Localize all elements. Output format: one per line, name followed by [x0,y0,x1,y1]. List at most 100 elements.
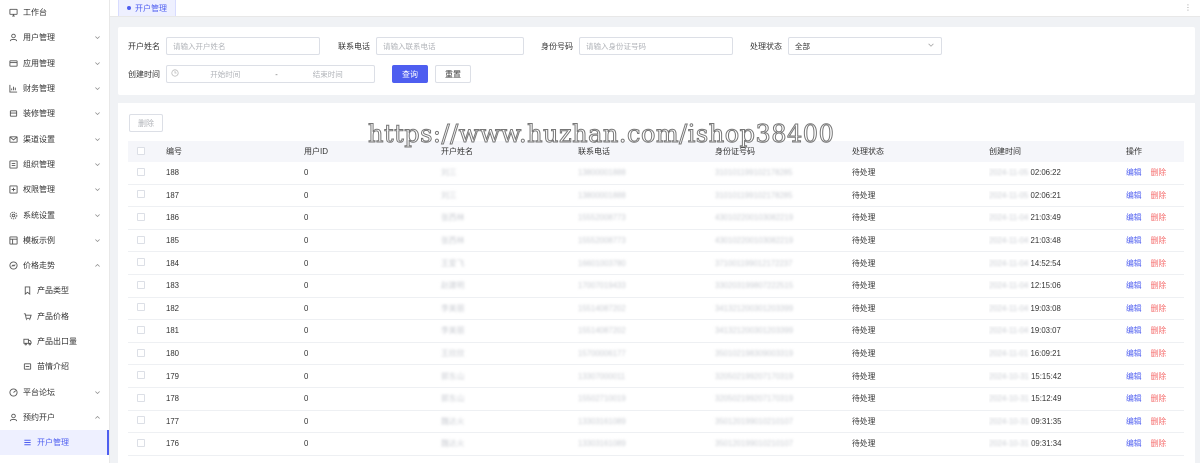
row-checkbox[interactable] [128,235,166,246]
template-icon [8,235,18,245]
edit-link[interactable]: 编辑 [1126,281,1142,290]
row-checkbox[interactable] [128,190,166,200]
cell-clock: 21:03:49 [1030,213,1061,223]
row-checkbox[interactable] [128,303,166,313]
edit-link[interactable]: 编辑 [1126,349,1142,358]
row-checkbox[interactable] [128,371,166,381]
sidebar-item-9[interactable]: 模板示例 [0,228,109,253]
row-checkbox[interactable] [128,416,166,426]
batch-delete-button[interactable]: 删除 [129,114,163,132]
edit-link[interactable]: 编辑 [1126,417,1142,426]
start-time-input[interactable]: 开始时间 [179,69,272,80]
sidebar-item-10[interactable]: 价格走势 [0,253,109,278]
delete-link[interactable]: 删除 [1151,259,1167,268]
sidebar-item-1[interactable]: 用户管理 [0,25,109,50]
delete-link[interactable]: 删除 [1151,304,1167,313]
idno-input[interactable]: 请输入身份证号码 [579,37,733,55]
cell-idno: 430102200103082219 [715,236,794,246]
sidebar-item-12[interactable]: 产品价格 [0,304,109,329]
row-checkbox[interactable] [128,393,166,404]
cell-id: 187 [166,190,180,200]
sidebar-item-7[interactable]: 权限管理 [0,177,109,202]
sidebar-item-18[interactable]: 开户流程 [0,455,109,463]
leaf-icon [22,362,32,372]
sidebar-item-3[interactable]: 财务管理 [0,76,109,101]
edit-link[interactable]: 编辑 [1126,236,1142,245]
status-select[interactable]: 全部 [788,37,942,55]
edit-link[interactable]: 编辑 [1126,304,1142,313]
edit-link[interactable]: 编辑 [1126,394,1142,403]
cell-idno: 341321200301203399 [715,326,794,336]
cell-status: 待处理 [852,371,876,381]
sidebar-item-5[interactable]: 渠道设置 [0,126,109,151]
sidebar-item-13[interactable]: 产品出口量 [0,329,109,354]
delete-link[interactable]: 删除 [1151,349,1167,358]
delete-link[interactable]: 删除 [1151,236,1167,245]
sidebar-item-15[interactable]: 平台论坛 [0,379,109,404]
cell-time: 2024-10-31 15:15:42 [989,372,1126,381]
more-icon[interactable]: ⋮ [1184,3,1192,12]
edit-link[interactable]: 编辑 [1126,213,1142,222]
edit-link[interactable]: 编辑 [1126,326,1142,335]
delete-link[interactable]: 删除 [1151,168,1167,177]
date-range-picker[interactable]: 开始时间 - 结束时间 [166,65,375,83]
cell-op: 编辑 删除 [1126,280,1184,291]
sidebar-item-label: 预约开户 [23,412,55,422]
query-button[interactable]: 查询 [392,65,428,83]
delete-link[interactable]: 删除 [1151,372,1167,381]
cell-phone: 13800001888 [578,168,626,178]
row-checkbox[interactable] [128,258,166,268]
end-time-input[interactable]: 结束时间 [282,69,375,80]
delete-link[interactable]: 删除 [1151,326,1167,335]
tab-account-management[interactable]: 开户管理 [118,0,176,16]
col-uid: 用户ID [304,147,328,156]
sidebar-item-2[interactable]: 应用管理 [0,51,109,76]
edit-link[interactable]: 编辑 [1126,191,1142,200]
delete-link[interactable]: 删除 [1151,213,1167,222]
row-checkbox[interactable] [128,167,166,178]
cell-name: 郭东山 [441,371,465,381]
sidebar-item-16[interactable]: 预约开户 [0,405,109,430]
edit-link[interactable]: 编辑 [1126,168,1142,177]
delete-link[interactable]: 删除 [1151,439,1167,448]
cell-status: 待处理 [852,213,876,223]
table-panel: 删除 编号 用户ID 开户姓名 联系电话 身份证号码 处理状态 创建时间 操作 … [118,103,1195,463]
cell-phone: 13800001888 [578,190,626,200]
edit-link[interactable]: 编辑 [1126,259,1142,268]
cell-idno: 350120199010210107 [715,439,794,449]
delete-link[interactable]: 删除 [1151,281,1167,290]
sidebar-item-6[interactable]: 组织管理 [0,152,109,177]
sidebar-item-8[interactable]: 系统设置 [0,202,109,227]
sidebar-item-11[interactable]: 产品类型 [0,278,109,303]
row-checkbox[interactable] [128,212,166,223]
cell-time: 2024-11-05 02:06:22 [989,168,1126,177]
cell-uid: 0 [304,439,309,449]
select-all-checkbox[interactable] [128,146,166,157]
sidebar-item-0[interactable]: 工作台 [0,0,109,25]
row-checkbox[interactable] [128,348,166,359]
delete-link[interactable]: 删除 [1151,394,1167,403]
name-input[interactable]: 请输入开户姓名 [166,37,320,55]
sidebar-item-label: 模板示例 [23,235,55,245]
gear-icon [8,210,18,220]
col-op: 操作 [1126,147,1142,156]
cell-uid: 0 [304,416,309,426]
cell-time: 2024-11-04 19:03:08 [989,304,1126,313]
active-dot-icon [127,6,131,10]
sidebar-item-4[interactable]: 装修管理 [0,101,109,126]
delete-link[interactable]: 删除 [1151,191,1167,200]
tab-bar: 开户管理 ⋮ [110,0,1200,17]
idno-label: 身份号码 [541,41,573,51]
row-checkbox[interactable] [128,325,166,336]
row-checkbox[interactable] [128,438,166,449]
edit-link[interactable]: 编辑 [1126,372,1142,381]
reset-button[interactable]: 重置 [435,65,471,83]
sidebar-item-17[interactable]: 开户管理 [0,430,109,456]
edit-link[interactable]: 编辑 [1126,439,1142,448]
sidebar-item-14[interactable]: 苗情介绍 [0,354,109,379]
trend-icon [8,261,18,271]
cell-name: 赵建明 [441,281,465,291]
row-checkbox[interactable] [128,280,166,291]
delete-link[interactable]: 删除 [1151,417,1167,426]
phone-input[interactable]: 请输入联系电话 [376,37,524,55]
